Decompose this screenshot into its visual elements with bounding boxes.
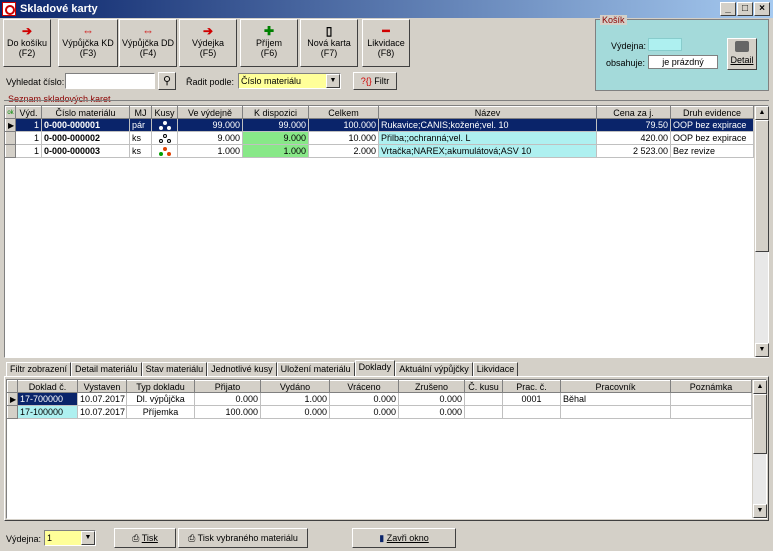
table-row[interactable]: 17-100000 10.07.2017 Příjemka 100.000 0.…	[7, 405, 752, 419]
tab-detail[interactable]: Detail materiálu	[71, 362, 142, 377]
likvidace-button[interactable]: ━ Likvidace (F8)	[362, 19, 410, 67]
zavri-okno-button[interactable]: ▮ Zavři okno	[352, 528, 456, 548]
col-doklad[interactable]: Doklad č.	[17, 380, 78, 393]
col-kusy[interactable]: Kusy	[151, 106, 178, 119]
table-row[interactable]: ▶ 17-700000 10.07.2017 Dl. výpůjčka 0.00…	[7, 392, 752, 406]
kosik-vydejna-field	[648, 38, 682, 51]
col-cislo[interactable]: Číslo materiálu	[41, 106, 130, 119]
col-vyd[interactable]: Výd.	[15, 106, 42, 119]
scroll-thumb[interactable]	[755, 120, 769, 252]
pieces-icon	[158, 147, 171, 157]
tab-doklady[interactable]: Doklady	[354, 360, 396, 376]
pieces-icon	[158, 134, 171, 144]
col-druh[interactable]: Druh evidence	[670, 106, 754, 119]
tab-filtr[interactable]: Filtr zobrazení	[6, 362, 72, 377]
title-bar: Skladové karty	[0, 0, 773, 18]
prijem-button[interactable]: ✚ Příjem (F6)	[240, 19, 298, 67]
exchange-icon: ⇔	[142, 24, 154, 38]
docs-grid: Doklad č. Vystaven Typ dokladu Přijato V…	[6, 379, 767, 519]
tab-ulozeni[interactable]: Uložení materiálu	[276, 362, 355, 377]
col-poznamka[interactable]: Poznámka	[670, 380, 752, 393]
kosik-obsahuje-field: je prázdný	[648, 55, 718, 69]
printer-icon: ⎙	[132, 533, 140, 543]
minimize-button[interactable]: _	[720, 2, 736, 16]
scroll-down-icon[interactable]: ▼	[755, 343, 769, 357]
search-label: Vyhledat číslo:	[6, 77, 65, 87]
filtr-button[interactable]: ?{} Filtr	[353, 72, 397, 90]
vydejka-button[interactable]: ➔ Výdejka (F5)	[179, 19, 237, 67]
table-row[interactable]: 1 0-000-000003 ks 1.000 1.000 2.000 Vrta…	[5, 144, 754, 158]
col-prijato[interactable]: Přijato	[194, 380, 261, 393]
kosik-obsahuje-label: obsahuje:	[606, 58, 646, 68]
col-prac[interactable]: Prac. č.	[502, 380, 561, 393]
door-exit-icon: ▮	[379, 533, 385, 543]
col-vraceno[interactable]: Vráceno	[329, 380, 399, 393]
col-pracovnik[interactable]: Pracovník	[560, 380, 671, 393]
search-button[interactable]: ⚲	[158, 72, 176, 90]
pieces-icon	[158, 121, 171, 131]
section-title: Seznam skladových karet	[8, 94, 111, 104]
corner-header: ok	[5, 106, 16, 119]
chevron-down-icon[interactable]: ▼	[326, 74, 340, 88]
detail-button[interactable]: Detail	[727, 38, 757, 70]
printer-icon: ⎙	[188, 533, 196, 543]
col-mj[interactable]: MJ	[129, 106, 152, 119]
tab-bar: Filtr zobrazení Detail materiálu Stav ma…	[6, 360, 519, 377]
col-nazev[interactable]: Název	[378, 106, 597, 119]
chevron-down-icon[interactable]: ▼	[81, 531, 95, 545]
scroll-up-icon[interactable]: ▲	[753, 380, 767, 394]
tab-vypujcky[interactable]: Aktuální výpůjčky	[395, 362, 473, 377]
plus-icon: ✚	[263, 24, 275, 38]
table-row[interactable]: ▶ 1 0-000-000001 pár 99.000 99.000 100.0…	[5, 118, 754, 132]
docs-header-row: Doklad č. Vystaven Typ dokladu Přijato V…	[7, 380, 752, 393]
tab-stav[interactable]: Stav materiálu	[141, 362, 208, 377]
table-row[interactable]: 1 0-000-000002 ks 9.000 9.000 10.000 Při…	[5, 131, 754, 145]
cards-grid: ok Výd. Číslo materiálu MJ Kusy Ve výdej…	[4, 105, 769, 358]
app-icon	[2, 2, 16, 16]
magnifier-icon: ⚲	[162, 75, 172, 87]
scroll-down-icon[interactable]: ▼	[753, 504, 767, 518]
cards-scrollbar[interactable]: ▲ ▼	[754, 106, 769, 357]
footer-vydejna-label: Výdejna:	[6, 534, 42, 544]
row-pointer-icon: ▶	[5, 118, 16, 132]
printer-icon	[735, 41, 749, 52]
col-vydano[interactable]: Vydáno	[260, 380, 330, 393]
cards-table: ok Výd. Číslo materiálu MJ Kusy Ve výdej…	[5, 106, 754, 158]
arrow-right-icon: ➔	[202, 24, 214, 38]
nova-karta-button[interactable]: ▯ Nová karta (F7)	[300, 19, 358, 67]
docs-table: Doklad č. Vystaven Typ dokladu Přijato V…	[7, 380, 752, 419]
window-title: Skladové karty	[20, 3, 98, 15]
col-k-dispozici[interactable]: K dispozici	[242, 106, 309, 119]
search-input[interactable]	[65, 73, 155, 89]
tab-likvidace[interactable]: Likvidace	[472, 362, 519, 377]
close-button[interactable]: ×	[754, 2, 770, 16]
sort-label: Řadit podle:	[186, 77, 235, 87]
tisk-button[interactable]: ⎙ Tisk	[114, 528, 176, 548]
maximize-button[interactable]: □	[737, 2, 753, 16]
vypujcka-kd-button[interactable]: ⇔ Výpůjčka KD (F3)	[58, 19, 118, 67]
tab-kusy[interactable]: Jednotlivé kusy	[207, 362, 277, 377]
col-kus[interactable]: Č. kusu	[464, 380, 503, 393]
col-ve-vydejne[interactable]: Ve výdejně	[177, 106, 243, 119]
scroll-up-icon[interactable]: ▲	[755, 106, 769, 120]
docs-scrollbar[interactable]: ▲ ▼	[752, 380, 767, 518]
arrow-right-icon: ➔	[21, 24, 33, 38]
filter-icon: ?{}	[360, 76, 372, 86]
col-typ[interactable]: Typ dokladu	[126, 380, 195, 393]
cards-header-row: ok Výd. Číslo materiálu MJ Kusy Ve výdej…	[5, 106, 754, 119]
new-document-icon: ▯	[325, 24, 333, 38]
minus-icon: ━	[382, 24, 390, 38]
do-kosiku-button[interactable]: ➔ Do košíku (F2)	[3, 19, 51, 67]
kosik-vydejna-label: Výdejna:	[611, 41, 647, 51]
col-celkem[interactable]: Celkem	[308, 106, 379, 119]
vypujcka-dd-button[interactable]: ⇔ Výpůjčka DD (F4)	[119, 19, 177, 67]
col-cena[interactable]: Cena za j.	[596, 106, 671, 119]
row-pointer-icon: ▶	[7, 392, 18, 406]
col-vystaven[interactable]: Vystaven	[77, 380, 127, 393]
scroll-thumb[interactable]	[753, 394, 767, 454]
col-zruseno[interactable]: Zrušeno	[398, 380, 465, 393]
exchange-icon: ⇔	[82, 24, 94, 38]
tisk-vybraneho-button[interactable]: ⎙ Tisk vybraného materiálu	[178, 528, 308, 548]
kosik-title: Košík	[600, 15, 627, 25]
